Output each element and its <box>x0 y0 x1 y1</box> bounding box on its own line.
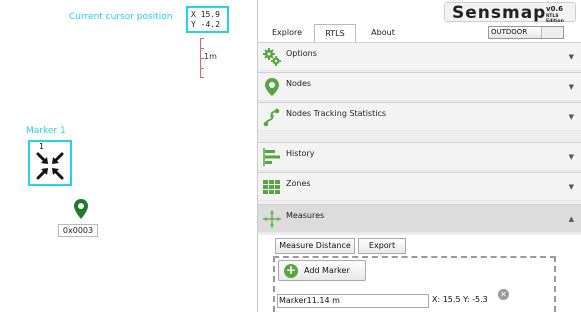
marker-1[interactable] <box>28 140 72 186</box>
measure-crosshair-icon <box>263 210 281 228</box>
marker-distance-field[interactable]: Marker11.14 m <box>277 294 429 308</box>
chevron-down-icon: ▼ <box>568 153 574 161</box>
chevron-up-icon: ▲ <box>568 215 574 223</box>
tab-explore[interactable]: Explore <box>264 24 310 42</box>
section-measures-title: Measures <box>286 211 325 220</box>
tab-rtls[interactable]: RTLS <box>314 24 356 42</box>
close-circle-icon[interactable]: ✕ <box>498 289 509 300</box>
chevron-down-icon: ▼ <box>568 53 574 61</box>
outdoor-label: OUTDOOR <box>491 28 528 36</box>
section-nodes-title: Nodes <box>286 79 312 88</box>
add-marker-label: Add Marker <box>304 266 350 275</box>
cursor-position-readout: X 15.9 Y -4.2 <box>186 6 229 33</box>
export-button[interactable]: Export <box>358 238 406 254</box>
marker-coordinates: X: 15.5 Y: -5.3 <box>432 295 488 304</box>
panel-header: Sensmap v0.6 RTLS Edition Explore RTLS A… <box>258 0 581 42</box>
section-options[interactable]: Options ▼ <box>258 42 581 71</box>
app-logo: Sensmap v0.6 RTLS Edition <box>444 2 576 24</box>
scale-label: 1m <box>204 52 217 61</box>
logo-text: Sensmap <box>452 3 547 23</box>
map-pin-icon <box>265 78 279 96</box>
cursor-position-caption: Current cursor position <box>69 12 173 22</box>
cursor-x-value: X 15.9 <box>191 10 220 19</box>
add-marker-button[interactable]: + Add Marker <box>278 260 366 281</box>
compress-arrows-icon <box>36 152 64 180</box>
map-canvas[interactable]: Current cursor position X 15.9 Y -4.2 1m… <box>0 0 257 312</box>
section-history[interactable]: History ▼ <box>258 142 581 171</box>
section-tracking-title: Nodes Tracking Statistics <box>286 109 387 118</box>
tracking-path-icon <box>263 108 280 127</box>
cursor-y-value: Y -4.2 <box>191 20 220 29</box>
marker-caption: Marker 1 <box>26 126 66 136</box>
outdoor-toggle[interactable]: OUTDOOR <box>488 26 564 39</box>
section-tracking-stats[interactable]: Nodes Tracking Statistics ▼ <box>258 102 581 131</box>
section-measures[interactable]: Measures ▲ <box>258 204 581 233</box>
toggle-switch[interactable] <box>541 27 563 38</box>
section-options-title: Options <box>286 49 317 58</box>
tab-about[interactable]: About <box>360 24 406 42</box>
section-nodes[interactable]: Nodes ▼ <box>258 72 581 101</box>
chevron-down-icon: ▼ <box>568 113 574 121</box>
node-label: 0x0003 <box>58 224 98 237</box>
section-zones[interactable]: Zones ▼ <box>258 172 581 201</box>
zones-grid-icon <box>263 180 280 194</box>
history-timeline-icon <box>263 148 280 166</box>
marker-number: 1 <box>39 142 45 151</box>
measures-panel: Measure Distance Export + Add Marker Mar… <box>258 235 581 312</box>
side-panel: Sensmap v0.6 RTLS Edition Explore RTLS A… <box>257 0 581 312</box>
logo-edition: RTLS Edition <box>546 14 564 24</box>
chevron-down-icon: ▼ <box>568 83 574 91</box>
node-pin-icon[interactable] <box>74 199 88 219</box>
measure-distance-button[interactable]: Measure Distance <box>275 238 355 254</box>
plus-circle-icon: + <box>284 263 298 278</box>
logo-version: v0.6 <box>546 5 563 13</box>
gears-icon <box>263 48 281 66</box>
section-history-title: History <box>286 149 315 158</box>
section-zones-title: Zones <box>286 179 311 188</box>
chevron-down-icon: ▼ <box>568 183 574 191</box>
